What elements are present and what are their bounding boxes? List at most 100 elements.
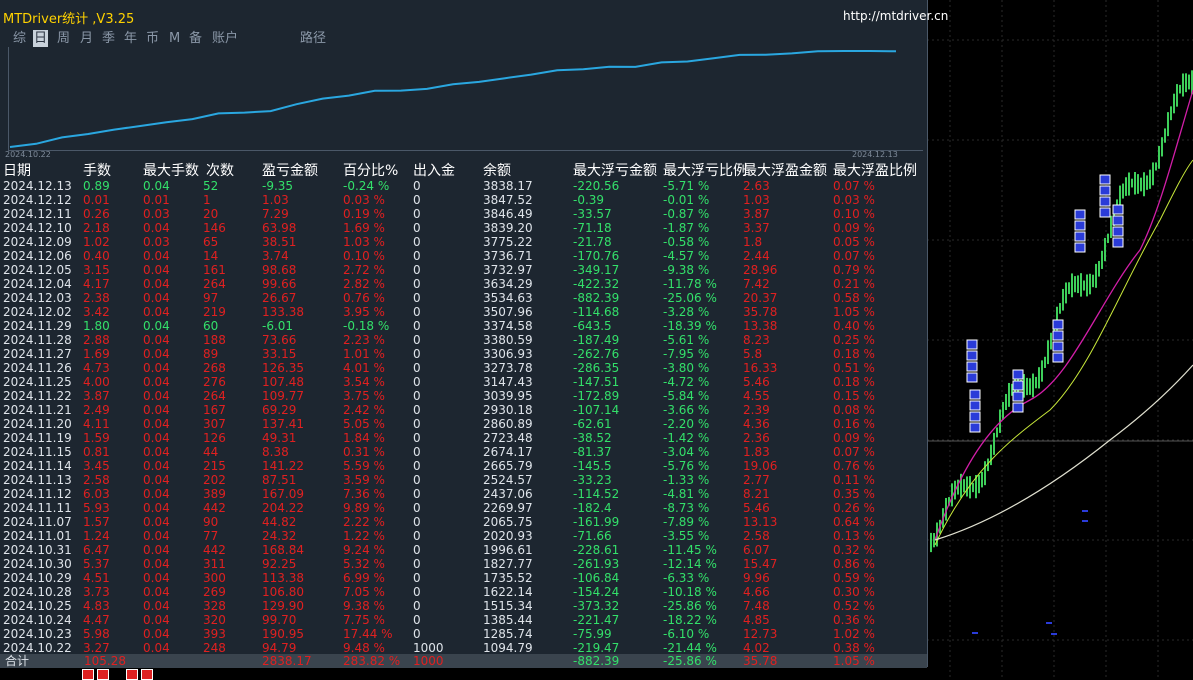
table-row[interactable]: 2024.11.29 1.80 0.04 60 -6.01 -0.18 % 0 3374.58… (0, 320, 927, 334)
cell-max-float-loss: -422.32 (573, 277, 620, 291)
candle (990, 444, 992, 466)
candle (1050, 332, 1052, 350)
cell-balance: 3846.49 (483, 207, 533, 221)
table-row[interactable]: 2024.12.03 2.38 0.04 97 26.67 0.76 % 0 3534.63 -… (0, 292, 927, 306)
cell-max-lots: 0.04 (143, 515, 170, 529)
table-row[interactable]: 2024.12.05 3.15 0.04 161 98.68 2.72 % 0 3732.97… (0, 264, 927, 278)
cell-lots: 3.87 (83, 389, 110, 403)
candle (963, 479, 965, 493)
table-row[interactable]: 2024.11.26 4.73 0.04 268 126.35 4.01 % 0 3273.7… (0, 362, 927, 376)
cell-date: 2024.12.09 (3, 235, 72, 249)
candles (930, 70, 1193, 553)
col-max-float-loss: 最大浮亏金额 (573, 163, 657, 179)
table-row[interactable]: 2024.11.27 1.69 0.04 89 33.15 1.01 % 0 3306.93 -… (0, 348, 927, 362)
cell-max-lots: 0.04 (143, 459, 170, 473)
candle (1176, 84, 1178, 107)
table-row[interactable]: 2024.12.02 3.42 0.04 219 133.38 3.95 % 0 3507.9… (0, 306, 927, 320)
cell-max-float-loss: -114.68 (573, 305, 620, 319)
tab-week[interactable]: 周 (56, 30, 71, 47)
candle (1125, 177, 1127, 196)
cell-pnl: 44.82 (262, 515, 297, 529)
tab-magic[interactable]: M (168, 30, 181, 47)
tab-month[interactable]: 月 (79, 30, 94, 47)
table-row[interactable]: 2024.10.28 3.73 0.04 269 106.80 7.05 % 0 1622.1… (0, 586, 927, 600)
table-row[interactable]: 2024.12.04 4.17 0.04 264 99.66 2.82 % 0 3634.29… (0, 278, 927, 292)
tab-year[interactable]: 年 (123, 30, 138, 47)
cell-max-float-profit-pct: 0.16 % (833, 417, 875, 431)
cell-max-lots: 0.04 (143, 361, 170, 375)
cell-pnl: 141.22 (262, 459, 304, 473)
table-row[interactable]: 2024.12.11 0.26 0.03 20 7.29 0.19 % 0 3846.49 -3… (0, 208, 927, 222)
tab-path[interactable]: 路径 (299, 30, 327, 47)
col-lots: 手数 (83, 163, 111, 179)
cell-date: 2024.12.05 (3, 263, 72, 277)
table-row[interactable]: 2024.11.19 1.59 0.04 126 49.31 1.84 % 0 2723.48… (0, 432, 927, 446)
signal-dash (1082, 510, 1088, 512)
cell-pct: 5.32 % (343, 557, 385, 571)
tab-summary[interactable]: 综 (12, 30, 27, 47)
table-row[interactable]: 2024.11.28 2.88 0.04 188 73.66 2.23 % 0 3380.59… (0, 334, 927, 348)
cell-lots: 1.24 (83, 529, 110, 543)
cell-lots: 4.51 (83, 571, 110, 585)
table-row[interactable]: 2024.12.13 0.89 0.04 52 -9.35 -0.24 % 0 3838.17… (0, 180, 927, 194)
cell-pnl: 69.29 (262, 403, 297, 417)
candle (1134, 171, 1136, 195)
cell-balance: 3507.96 (483, 305, 533, 319)
cell-pnl: 109.77 (262, 389, 304, 403)
table-row[interactable]: 2024.11.01 1.24 0.04 77 24.32 1.22 % 0 2020.93 -… (0, 530, 927, 544)
cell-pct: 5.05 % (343, 417, 385, 431)
candle (1152, 162, 1154, 186)
cell-pct: 9.24 % (343, 543, 385, 557)
tab-quarter[interactable]: 季 (101, 30, 116, 47)
table-row[interactable]: 2024.11.21 2.49 0.04 167 69.29 2.42 % 0 2930.18… (0, 404, 927, 418)
table-row[interactable]: 2024.10.23 5.98 0.04 393 190.95 17.44 % 0 1285.… (0, 628, 927, 642)
cell-max-float-loss: -161.99 (573, 515, 620, 529)
tab-account[interactable]: 账户 (211, 30, 239, 47)
candle (1173, 93, 1175, 114)
table-row[interactable]: 2024.11.13 2.58 0.04 202 87.51 3.59 % 0 2524.57… (0, 474, 927, 488)
cell-date: 2024.12.03 (3, 291, 72, 305)
table-row[interactable]: 2024.11.07 1.57 0.04 90 44.82 2.22 % 0 2065.75 -… (0, 516, 927, 530)
cell-max-float-profit: 12.73 (743, 627, 778, 641)
table-row[interactable]: 2024.11.12 6.03 0.04 389 167.09 7.36 % 0 2437.0… (0, 488, 927, 502)
table-row[interactable]: 2024.10.24 4.47 0.04 320 99.70 7.75 % 0 1385.44… (0, 614, 927, 628)
table-row[interactable]: 2024.10.29 4.51 0.04 300 113.38 6.99 % 0 1735.5… (0, 572, 927, 586)
table-row[interactable]: 2024.12.09 1.02 0.03 65 38.51 1.03 % 0 3775.22 -… (0, 236, 927, 250)
table-row[interactable]: 2024.10.31 6.47 0.04 442 168.84 9.24 % 0 1996.6… (0, 544, 927, 558)
cell-count: 126 (203, 431, 226, 445)
cell-max-float-profit: 1.83 (743, 445, 770, 459)
tab-day[interactable]: 日 (33, 30, 49, 47)
table-row[interactable]: 2024.11.20 4.11 0.04 307 137.41 5.05 % 0 2860.8… (0, 418, 927, 432)
cell-io: 0 (413, 375, 421, 389)
table-row[interactable]: 2024.10.25 4.83 0.04 328 129.90 9.38 % 0 1515.3… (0, 600, 927, 614)
table-row[interactable]: 2024.11.25 4.00 0.04 276 107.48 3.54 % 0 3147.4… (0, 376, 927, 390)
candle (1155, 162, 1157, 171)
cell-max-lots: 0.04 (143, 417, 170, 431)
table-row[interactable]: 2024.12.12 0.01 0.01 1 1.03 0.03 % 0 3847.52 -0.… (0, 194, 927, 208)
cell-date: 2024.10.28 (3, 585, 72, 599)
cell-max-float-profit-pct: 0.59 % (833, 571, 875, 585)
total-label: 合计 (5, 654, 30, 668)
table-row[interactable]: 2024.12.06 0.40 0.04 14 3.74 0.10 % 0 3736.71 -1… (0, 250, 927, 264)
site-link[interactable]: http://mtdriver.cn (843, 9, 948, 23)
cell-count: 14 (203, 249, 219, 263)
tab-currency[interactable]: 币 (145, 30, 160, 47)
candle (972, 482, 974, 493)
candle (1131, 178, 1133, 188)
cell-io: 0 (413, 249, 421, 263)
table-row[interactable]: 2024.12.10 2.18 0.04 146 63.98 1.69 % 0 3839.20… (0, 222, 927, 236)
tab-notes[interactable]: 备 (188, 30, 203, 47)
table-row[interactable]: 2024.11.22 3.87 0.04 264 109.77 3.75 % 0 3039.9… (0, 390, 927, 404)
equity-line (9, 50, 897, 148)
cell-lots: 0.81 (83, 445, 110, 459)
cell-max-float-profit-pct: 0.21 % (833, 277, 875, 291)
table-row[interactable]: 2024.11.15 0.81 0.04 44 8.38 0.31 % 0 2674.17 -8… (0, 446, 927, 460)
cell-count: 65 (203, 235, 219, 249)
table-row[interactable]: 2024.10.30 5.37 0.04 311 92.25 5.32 % 0 1827.77… (0, 558, 927, 572)
cell-date: 2024.11.15 (3, 445, 72, 459)
cell-pnl: 129.90 (262, 599, 304, 613)
cell-max-float-loss: -228.61 (573, 543, 620, 557)
table-row[interactable]: 2024.11.14 3.45 0.04 215 141.22 5.59 % 0 2665.7… (0, 460, 927, 474)
table-row[interactable]: 2024.11.11 5.93 0.04 442 204.22 9.89 % 0 2269.9… (0, 502, 927, 516)
total-row: 合计 105.28 2838.17 283.82 % 1000 -882.39 … (0, 654, 927, 668)
